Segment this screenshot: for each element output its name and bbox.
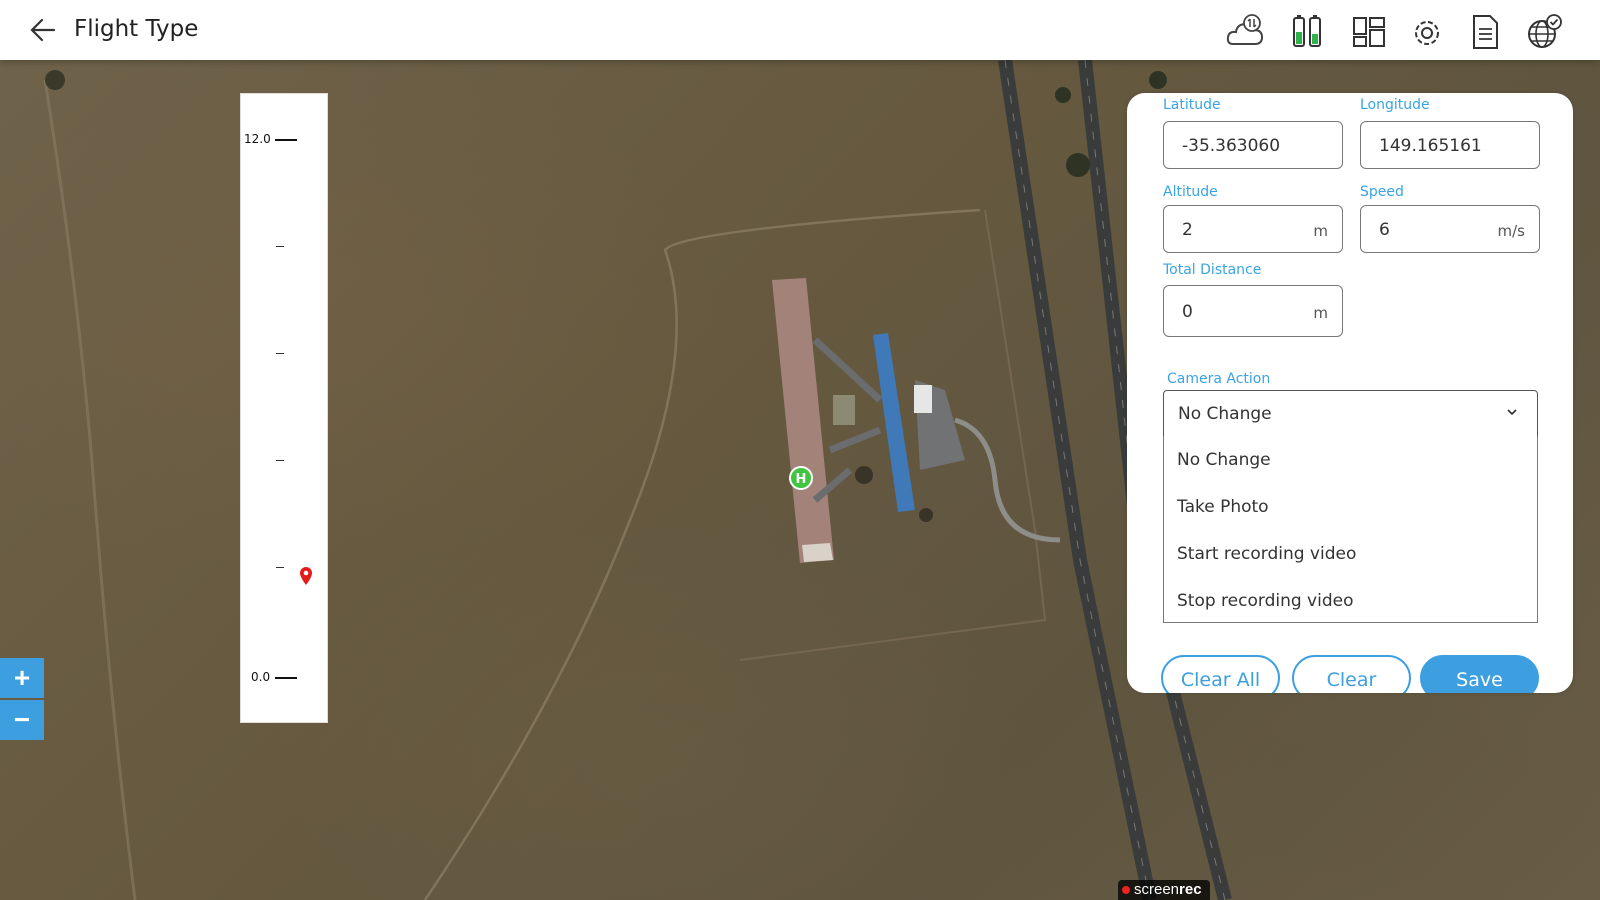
scale-minor-tick [276,567,284,568]
latitude-label: Latitude [1163,97,1221,113]
speed-value: 6 [1379,220,1390,240]
document-icon[interactable] [1465,12,1505,52]
settings-icon[interactable] [1407,12,1447,52]
dropdown-option-start-recording[interactable]: Start recording video [1164,530,1537,577]
speed-unit: m/s [1497,222,1525,240]
camera-action-select[interactable]: No Change [1163,390,1538,437]
zoom-controls: + − [0,658,44,740]
total-distance-unit: m [1313,304,1328,322]
dashboard-layout-icon[interactable] [1349,12,1389,52]
camera-action-label: Camera Action [1167,371,1271,387]
altitude-marker-icon[interactable] [299,566,313,586]
clear-button[interactable]: Clear [1292,655,1411,693]
camera-action-selected: No Change [1178,404,1272,424]
longitude-value: 149.165161 [1379,136,1482,156]
latitude-field[interactable]: -35.363060 [1163,121,1343,169]
speed-label: Speed [1360,184,1404,200]
watermark-text-b: rec [1179,881,1202,898]
battery-icon[interactable] [1288,12,1328,52]
altitude-label: Altitude [1163,184,1218,200]
scale-max-tick [275,139,297,141]
longitude-label: Longitude [1360,97,1430,113]
zoom-in-button[interactable]: + [0,658,44,698]
zoom-out-button[interactable]: − [0,700,44,740]
page-title: Flight Type [74,16,199,42]
scale-min-label: 0.0 [251,670,271,684]
dropdown-option-no-change[interactable]: No Change [1164,436,1537,483]
camera-action-dropdown: No Change Take Photo Start recording vid… [1163,436,1538,623]
scale-minor-tick [276,353,284,354]
save-button[interactable]: Save [1420,655,1539,693]
dropdown-option-stop-recording[interactable]: Stop recording video [1164,577,1537,624]
scale-minor-tick [276,246,284,247]
latitude-value: -35.363060 [1182,136,1281,156]
record-dot-icon [1122,886,1130,894]
longitude-field[interactable]: 149.165161 [1360,121,1540,169]
dropdown-option-take-photo[interactable]: Take Photo [1164,483,1537,530]
speed-field[interactable]: 6 m/s [1360,205,1540,253]
altitude-field[interactable]: 2 m [1163,205,1343,253]
globe-check-icon[interactable] [1524,12,1564,52]
screenrec-watermark: screenrec [1118,880,1210,900]
clear-all-button[interactable]: Clear All [1161,655,1280,693]
scale-min-tick [275,677,297,679]
watermark-text-a: screen [1134,881,1180,898]
scale-max-label: 12.0 [244,132,271,146]
total-distance-label: Total Distance [1163,262,1262,278]
cloud-sync-icon[interactable] [1225,12,1265,52]
back-arrow-icon[interactable] [28,16,58,44]
altitude-scale: 12.0 0.0 [240,93,328,723]
total-distance-field[interactable]: 0 m [1163,285,1343,337]
home-marker-icon[interactable]: H [787,464,815,492]
chevron-down-icon [1507,409,1517,416]
top-bar: Flight Type [0,0,1600,60]
waypoint-settings-panel: Latitude -35.363060 Longitude 149.165161… [1127,93,1573,693]
scale-minor-tick [276,460,284,461]
total-distance-value: 0 [1182,302,1193,322]
altitude-value: 2 [1182,220,1193,240]
home-marker-label: H [796,472,807,487]
altitude-unit: m [1313,222,1328,240]
